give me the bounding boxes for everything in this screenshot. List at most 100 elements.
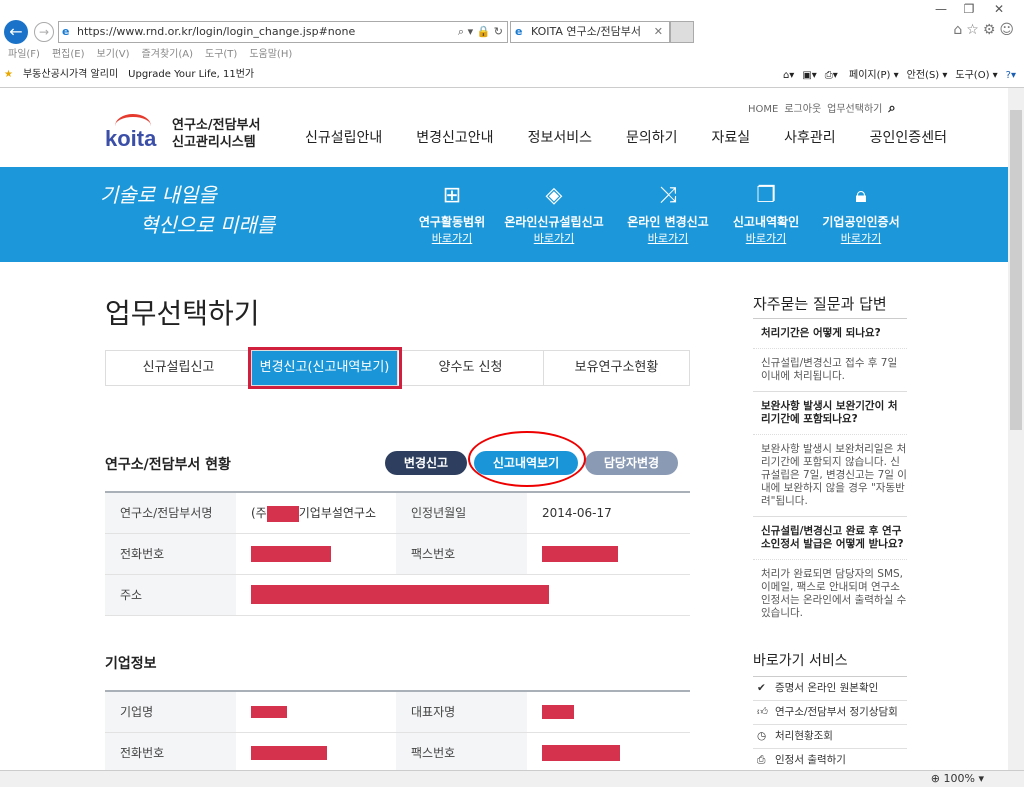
- tab-transfer[interactable]: 양수도 신청: [398, 351, 544, 385]
- redacted-fax: [527, 533, 690, 575]
- menu-file[interactable]: 파일(F): [8, 49, 40, 60]
- quick-link-certificate[interactable]: 🔒︎ 기업공인인증서 바로가기: [818, 183, 904, 246]
- favorites-bar: ★ 부동산공시가격 알리미 Upgrade Your Life, 11번가: [4, 65, 264, 80]
- faq-question[interactable]: 처리기간은 어떻게 되나요?: [753, 319, 907, 349]
- toolbar-icons[interactable]: ⌂☆⚙☺: [953, 22, 1018, 38]
- logout-link[interactable]: 로그아웃: [784, 104, 821, 115]
- approval-date: 2014-06-17: [527, 492, 690, 534]
- redacted-phone: [236, 732, 396, 774]
- page-title: 업무선택하기: [105, 297, 260, 330]
- lab-info-table: 연구소/전담부서명 (주 기업부설연구소 인정년월일 2014-06-17 전화번호 팩스…: [105, 491, 690, 616]
- page-menu[interactable]: 페이지(P) ▾: [849, 70, 899, 81]
- home-icon[interactable]: ⌂▾: [783, 70, 794, 81]
- minimize-button[interactable]: —: [926, 2, 956, 16]
- documents-icon: ❐: [756, 183, 776, 208]
- cell-label: 대표자명: [396, 691, 527, 733]
- tab-owned[interactable]: 보유연구소현황: [544, 351, 689, 385]
- annotation-circle: [468, 431, 586, 487]
- quick-link-online-new[interactable]: ◈ 온라인신규설립신고 바로가기: [500, 183, 608, 246]
- home-link[interactable]: HOME: [748, 104, 778, 115]
- faq-question[interactable]: 보완사항 발생시 보완기간이 처리기간에 포함되나요?: [753, 392, 907, 435]
- command-bar: ⌂▾ ▣▾ ⎙▾ 페이지(P) ▾ 안전(S) ▾ 도구(O) ▾ ?▾: [775, 66, 1016, 81]
- lab-name: (주 기업부설연구소: [236, 492, 396, 534]
- thumbs-up-icon: 👍︎: [757, 706, 768, 718]
- menu-bar: 파일(F) 편집(E) 보기(V) 즐겨찾기(A) 도구(T) 도움말(H): [8, 45, 304, 60]
- faq-answer: 처리가 완료되면 담당자의 SMS, 이메일, 팩스로 안내되며 연구소 인정서…: [761, 568, 907, 619]
- cell-label: 기업명: [105, 691, 236, 733]
- main-nav: 신규설립안내 변경신고안내 정보서비스 문의하기 자료실 사후관리 공인인증센터: [305, 127, 947, 147]
- favorites-star-icon[interactable]: ★: [4, 69, 13, 80]
- zoom-level[interactable]: ⊕ 100% ▾: [931, 772, 984, 785]
- search-icon[interactable]: ⌕: [888, 101, 895, 116]
- nav-item[interactable]: 사후관리: [784, 127, 836, 147]
- tab-new[interactable]: 신규설립신고: [106, 351, 252, 385]
- nav-item[interactable]: 정보서비스: [528, 127, 592, 147]
- printer-icon: ⎙: [757, 754, 766, 766]
- quick-link-research-scope[interactable]: ⊞ 연구활동범위 바로가기: [410, 183, 494, 246]
- ie-icon: e: [62, 25, 70, 38]
- layers-icon: ◈: [545, 183, 563, 208]
- faq-title: 자주묻는 질문과 답변: [753, 295, 887, 313]
- koita-logo[interactable]: koita: [105, 112, 165, 152]
- nav-item[interactable]: 변경신고안내: [416, 127, 493, 147]
- close-window-button[interactable]: ✕: [984, 2, 1014, 16]
- quick-service-title: 바로가기 서비스: [753, 653, 848, 669]
- restore-button[interactable]: ❐: [954, 2, 984, 16]
- faq-answer: 보완사항 발생시 보완처리일은 처리기간에 포함되지 않습니다. 신규설립은 7…: [753, 435, 907, 517]
- quick-service-list: ✔ 증명서 온라인 원본확인 👍︎ 연구소/전담부서 정기상담회 ◷ 처리현황조회 ⎙…: [753, 676, 907, 773]
- scrollbar-thumb[interactable]: [1010, 110, 1022, 430]
- cell-label: 팩스번호: [396, 533, 527, 575]
- close-tab-icon[interactable]: ✕: [654, 22, 663, 42]
- favorite-link[interactable]: 부동산공시가격 알리미: [23, 69, 118, 80]
- tab-change[interactable]: 변경신고(신고내역보기): [248, 347, 402, 389]
- nav-item[interactable]: 신규설립안내: [305, 127, 382, 147]
- tab-title: KOITA 연구소/전담부서: [531, 25, 641, 38]
- cell-label: 인정년월일: [396, 492, 527, 534]
- faq-question[interactable]: 신규설립/변경신고 완료 후 연구소인정서 발급은 어떻게 받나요?: [753, 517, 907, 560]
- safety-menu[interactable]: 안전(S) ▾: [907, 70, 948, 81]
- quick-service-item[interactable]: ◷ 처리현황조회: [753, 725, 907, 749]
- table-row: 전화번호 팩스번호: [105, 732, 690, 774]
- cell-label: 팩스번호: [396, 732, 527, 774]
- menu-help[interactable]: 도움말(H): [249, 49, 292, 60]
- system-name: 연구소/전담부서 신고관리시스템: [172, 118, 261, 150]
- favorite-link[interactable]: Upgrade Your Life, 11번가: [128, 69, 254, 80]
- ie-icon: e: [515, 25, 523, 38]
- nav-item[interactable]: 자료실: [712, 127, 751, 147]
- table-row: 주소: [105, 574, 690, 616]
- lock-icon: 🔒︎: [855, 183, 867, 208]
- zoom-icon: ⊕: [930, 772, 944, 785]
- feed-icon[interactable]: ▣▾: [802, 70, 816, 81]
- task-tabs: 신규설립신고 변경신고(신고내역보기) 양수도 신청 보유연구소현황: [105, 347, 690, 389]
- menu-favorites[interactable]: 즐겨찾기(A): [142, 49, 193, 60]
- task-select-link[interactable]: 업무선택하기: [827, 104, 882, 115]
- help-icon[interactable]: ?▾: [1006, 70, 1016, 81]
- cell-label: 전화번호: [105, 533, 236, 575]
- redacted-phone: [236, 533, 396, 575]
- quick-link-history[interactable]: ❐ 신고내역확인 바로가기: [726, 183, 806, 246]
- redacted-fax: [527, 732, 690, 774]
- quick-service-item[interactable]: 👍︎ 연구소/전담부서 정기상담회: [753, 701, 907, 725]
- table-row: 기업명 대표자명: [105, 691, 690, 733]
- redacted-company-name: [236, 691, 396, 733]
- cell-label: 연구소/전담부서명: [105, 492, 236, 534]
- menu-view[interactable]: 보기(V): [97, 49, 130, 60]
- browser-tab[interactable]: e KOITA 연구소/전담부서 ✕: [510, 21, 670, 43]
- utility-links: HOME 로그아웃 업무선택하기 ⌕: [748, 100, 902, 116]
- address-bar[interactable]: e https://www.rnd.or.kr/login/login_chang…: [58, 21, 508, 43]
- nav-item[interactable]: 공인인증센터: [870, 127, 947, 147]
- quick-link-online-change[interactable]: ⤨ 온라인 변경신고 바로가기: [622, 183, 714, 246]
- new-tab-button[interactable]: [670, 21, 694, 43]
- change-manager-button[interactable]: 담당자변경: [585, 451, 678, 475]
- forward-button[interactable]: →: [34, 22, 54, 42]
- print-icon[interactable]: ⎙▾: [825, 70, 838, 81]
- quick-service-item[interactable]: ✔ 증명서 온라인 원본확인: [753, 677, 907, 701]
- tools-menu[interactable]: 도구(O) ▾: [955, 70, 997, 81]
- menu-tools[interactable]: 도구(T): [205, 49, 237, 60]
- nav-item[interactable]: 문의하기: [626, 127, 678, 147]
- clock-icon: ◷: [757, 730, 767, 742]
- search-lock-refresh-icons[interactable]: ⌕ ▾ 🔒 ↻: [458, 22, 503, 42]
- back-button[interactable]: ←: [4, 20, 28, 44]
- menu-edit[interactable]: 편집(E): [52, 49, 85, 60]
- change-report-button[interactable]: 변경신고: [385, 451, 467, 475]
